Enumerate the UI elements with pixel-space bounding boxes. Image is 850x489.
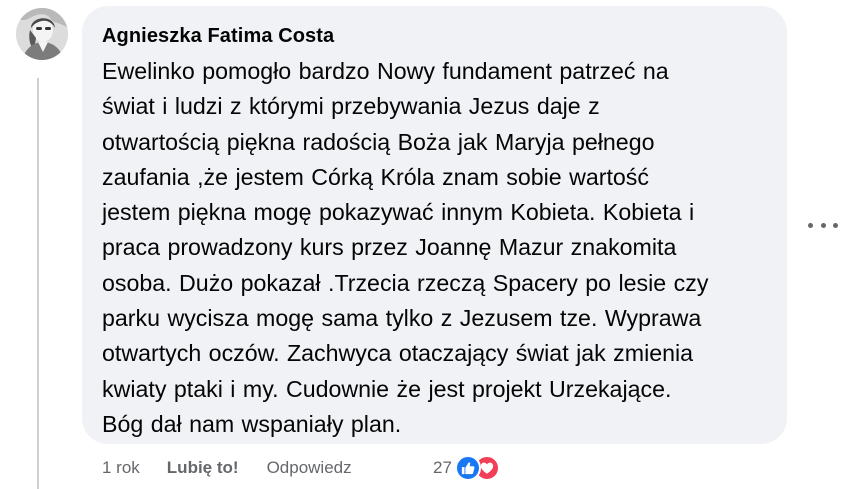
comment-line: kwiaty ptaki i my. Cudownie że jest proj…	[102, 375, 672, 402]
more-dot-icon	[833, 222, 838, 228]
comment-line: otwartością piękna radością Boża jak Mar…	[102, 128, 655, 155]
comment-line: osoba. Dużo pokazał .Trzecia rzeczą Spac…	[102, 269, 709, 296]
comment-line: Ewelinko pomogło bardzo Nowy fundament p…	[102, 58, 669, 84]
comment-line: świat i ludzi z którymi przebywania Jezu…	[102, 93, 600, 120]
more-options-button[interactable]	[808, 216, 838, 234]
thread-line	[37, 78, 39, 489]
comment-line: Bóg dał nam wspaniały plan.	[102, 410, 402, 437]
like-button[interactable]: Lubię to!	[167, 458, 239, 478]
comment-timestamp[interactable]: 1 rok	[102, 458, 140, 478]
comment-line: jestem piękna mogę pokazywać innym Kobie…	[102, 199, 695, 226]
reply-button[interactable]: Odpowiedz	[267, 458, 352, 478]
comment-line: otwartych oczów. Zachwyca otaczający świ…	[102, 340, 694, 367]
comment-text: Ewelinko pomogło bardzo Nowy fundament p…	[102, 54, 767, 442]
comment-actions: 1 rok Lubię to! Odpowiedz	[102, 454, 352, 482]
reactions-summary[interactable]: 27	[433, 454, 500, 482]
more-dot-icon	[820, 222, 826, 228]
comment-line: parku wycisza mogę sama tylko z Jezusem …	[102, 305, 702, 332]
avatar[interactable]	[16, 8, 68, 60]
comment-line: praca prowadzony kurs przez Joannę Mazur…	[102, 234, 677, 261]
comment-line: zaufania ,że jestem Córką Króla znam sob…	[102, 163, 649, 190]
like-icon	[454, 455, 481, 481]
comment-bubble: Agnieszka Fatima Costa Ewelinko pomogło …	[82, 6, 787, 444]
avatar-photo	[16, 8, 68, 60]
reaction-count: 27	[433, 458, 452, 477]
more-dot-icon	[808, 222, 813, 228]
comment-author[interactable]: Agnieszka Fatima Costa	[102, 23, 767, 49]
